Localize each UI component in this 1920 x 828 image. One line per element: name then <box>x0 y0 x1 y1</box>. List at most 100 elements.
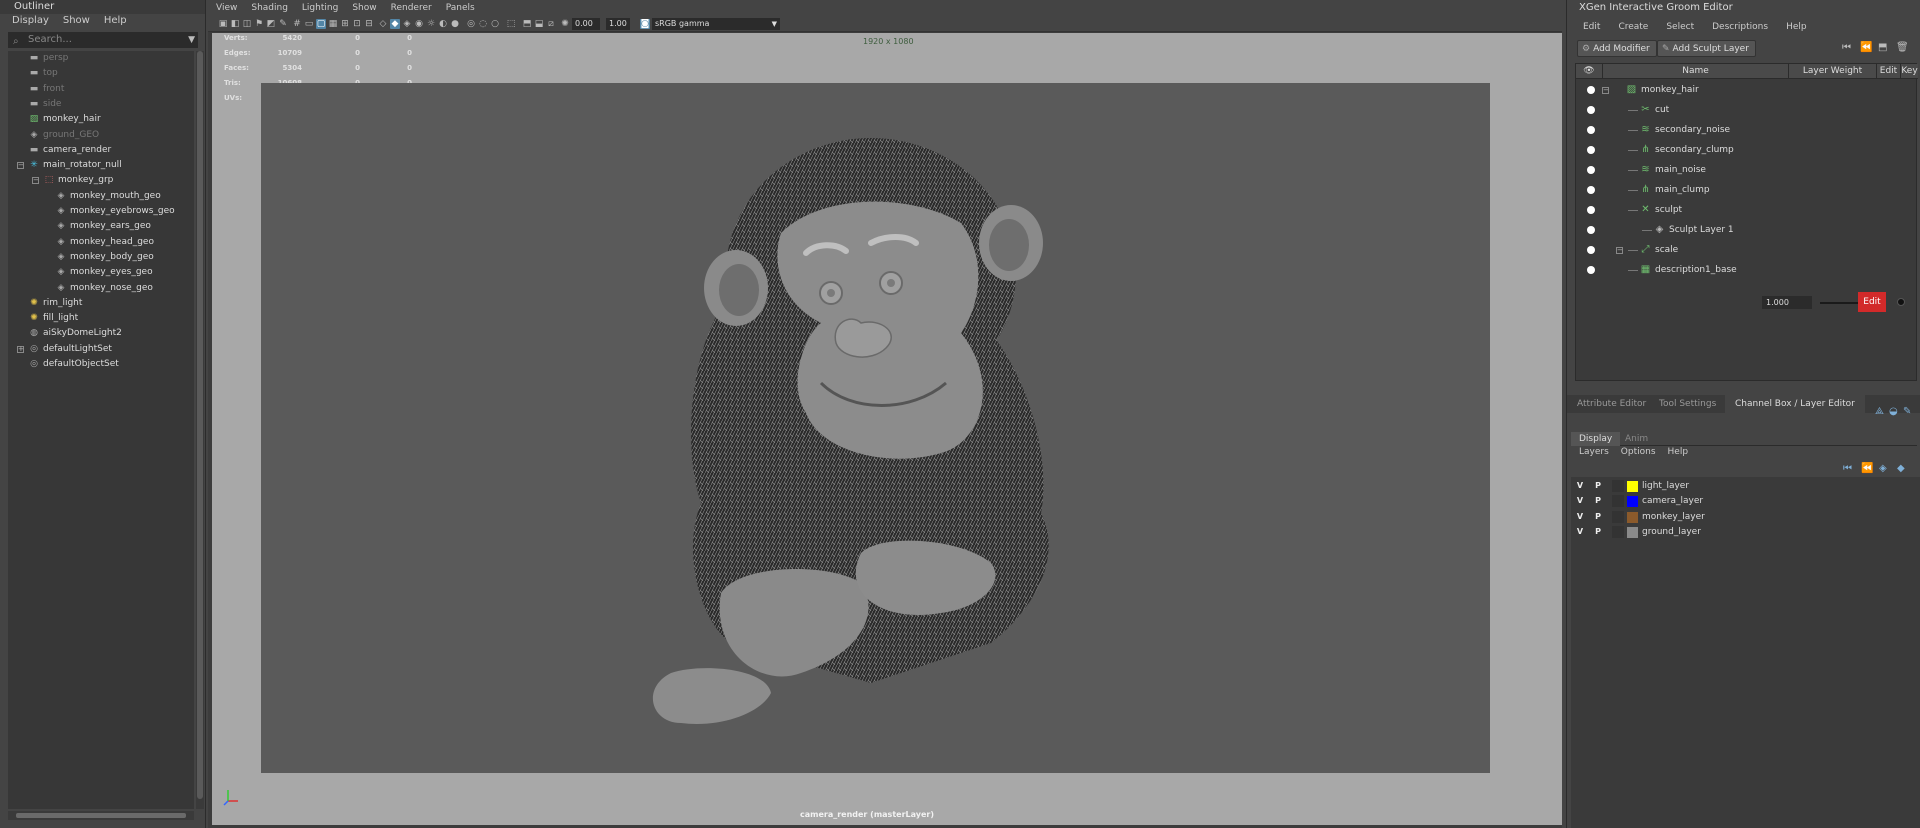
resolution-gate-icon[interactable]: ▢ <box>316 19 326 29</box>
collapse-icon[interactable]: − <box>1602 87 1609 94</box>
isolate-select-icon[interactable]: ◎ <box>466 19 476 29</box>
color-management-icon[interactable]: ⬓ <box>534 19 544 29</box>
layer-playback-toggle[interactable]: P <box>1592 494 1604 508</box>
monkey-model[interactable] <box>261 83 1490 773</box>
outliner-item[interactable]: ◈ monkey_eyes_geo <box>55 265 153 280</box>
image-plane-icon[interactable]: ◩ <box>266 19 276 29</box>
camera-lock-icon[interactable]: ◧ <box>230 19 240 29</box>
layer-menu-options[interactable]: Options <box>1621 447 1656 457</box>
outliner-item[interactable]: ◈ monkey_head_geo <box>55 235 154 250</box>
xgen-menu-help[interactable]: Help <box>1786 22 1807 32</box>
layer-menu-layers[interactable]: Layers <box>1579 447 1609 457</box>
chevron-down-icon[interactable]: ▼ <box>188 32 195 48</box>
visibility-toggle[interactable] <box>1587 186 1595 194</box>
layer-playback-toggle[interactable]: P <box>1592 510 1604 524</box>
exposure-icon[interactable]: ✺ <box>560 19 570 29</box>
viewport-menu-show[interactable]: Show <box>352 0 376 16</box>
xgen-menu-descriptions[interactable]: Descriptions <box>1712 22 1768 32</box>
modifier-row[interactable]: ⤢ scale <box>1576 240 1916 260</box>
collapse-left-icon[interactable]: ⏮ <box>1842 42 1851 53</box>
visibility-toggle[interactable] <box>1587 206 1595 214</box>
outliner-item[interactable]: ✺ fill_light <box>28 311 78 326</box>
xray-joints-icon[interactable]: ○ <box>490 19 500 29</box>
modifier-row[interactable]: ◈ Sculpt Layer 1 <box>1576 220 1916 240</box>
viewport-menu-view[interactable]: View <box>216 0 237 16</box>
display-layer-row[interactable]: V Pcamera_layer <box>1571 494 1920 509</box>
outliner-search-input[interactable]: ⌕ Search... ▼ <box>8 32 198 48</box>
layer-playback-toggle[interactable]: P <box>1592 525 1604 539</box>
outliner-item[interactable]: ◍ aiSkyDomeLight2 <box>28 326 122 341</box>
layer-display-type-toggle[interactable] <box>1612 480 1624 492</box>
film-gate-icon[interactable]: ▭ <box>304 19 314 29</box>
xgen-menu-select[interactable]: Select <box>1666 22 1694 32</box>
color-space-icon[interactable]: ◙ <box>640 19 650 29</box>
xray-icon[interactable]: ◌ <box>478 19 488 29</box>
outliner-item[interactable]: ◎ defaultObjectSet <box>28 357 119 372</box>
gamma-icon[interactable]: ⬒ <box>522 19 532 29</box>
tab-attribute-editor[interactable]: Attribute Editor <box>1567 395 1656 413</box>
visibility-toggle[interactable] <box>1587 86 1595 94</box>
key-icon[interactable] <box>1897 298 1905 306</box>
layer-visibility-toggle[interactable]: V <box>1574 525 1586 539</box>
visibility-toggle[interactable] <box>1587 266 1595 274</box>
view-transform-icon[interactable]: ⧄ <box>546 19 556 29</box>
outliner-item[interactable]: ◈ monkey_eyebrows_geo <box>55 204 175 219</box>
modifier-row[interactable]: ≋ main_noise <box>1576 160 1916 180</box>
add-sculpt-layer-button[interactable]: ✎ Add Sculpt Layer <box>1657 40 1756 57</box>
outliner-item[interactable]: ▬ persp <box>28 51 69 66</box>
sculpt-edit-button[interactable]: Edit <box>1858 292 1886 312</box>
tab-anim[interactable]: Anim <box>1617 432 1656 446</box>
outliner-horizontal-scrollbar[interactable] <box>8 811 194 820</box>
pencil-icon[interactable]: ✎ <box>278 19 288 29</box>
visibility-toggle[interactable] <box>1587 246 1595 254</box>
outliner-menu-display[interactable]: Display <box>12 14 49 28</box>
modifier-row[interactable]: ▨ monkey_hair <box>1576 80 1916 100</box>
modifier-row[interactable]: ▦ description1_base <box>1576 260 1916 280</box>
smooth-shade-icon[interactable]: ◆ <box>390 19 400 29</box>
attributes-icon[interactable]: ◒ <box>1889 406 1898 417</box>
visibility-toggle[interactable] <box>1587 126 1595 134</box>
field-chart-icon[interactable]: ⊞ <box>340 19 350 29</box>
visibility-toggle[interactable] <box>1587 106 1595 114</box>
new-layer-from-selected-icon[interactable]: ◆ <box>1897 463 1905 474</box>
channel-box-icon[interactable]: ⟁ <box>1875 406 1884 417</box>
camera-attributes-icon[interactable]: ◫ <box>242 19 252 29</box>
eye-icon[interactable]: 👁 <box>1576 64 1602 79</box>
viewport-canvas[interactable]: 1920 x 1080 Verts: 5420 0 0 Edges: 10709 0 0 Fac… <box>212 33 1562 825</box>
viewport-menu-shading[interactable]: Shading <box>251 0 288 16</box>
modifier-row[interactable]: ⋔ secondary_clump <box>1576 140 1916 160</box>
visibility-toggle[interactable] <box>1587 166 1595 174</box>
scrollbar-thumb[interactable] <box>197 51 203 799</box>
modifier-row[interactable]: ✂ cut <box>1576 100 1916 120</box>
collapse-icon[interactable]: − <box>1616 247 1623 254</box>
move-layer-down-icon[interactable]: ⏪ <box>1861 463 1873 474</box>
wireframe-icon[interactable]: ◇ <box>378 19 388 29</box>
outliner-item[interactable]: ◈ ground_GEO <box>28 128 100 143</box>
wireframe-on-shaded-icon[interactable]: ◈ <box>402 19 412 29</box>
visibility-toggle[interactable] <box>1587 146 1595 154</box>
sculpt-layer-weight-field[interactable]: 1.000 <box>1762 296 1812 309</box>
modifier-row[interactable]: ≋ secondary_noise <box>1576 120 1916 140</box>
outliner-item[interactable]: ⬚ monkey_grp <box>43 173 114 188</box>
outliner-item[interactable]: ◎ defaultLightSet <box>28 342 112 357</box>
scrollbar-thumb[interactable] <box>16 813 186 818</box>
textured-icon[interactable]: ◉ <box>414 19 424 29</box>
camera-select-icon[interactable]: ▣ <box>218 19 228 29</box>
outliner-menu-help[interactable]: Help <box>104 14 127 28</box>
outliner-item[interactable]: ◈ monkey_mouth_geo <box>55 189 161 204</box>
display-layer-row[interactable]: V Pmonkey_layer <box>1571 510 1920 525</box>
xgen-menu-edit[interactable]: Edit <box>1583 22 1600 32</box>
display-layer-row[interactable]: V Pground_layer <box>1571 525 1920 540</box>
exposure-field[interactable]: 0.00 <box>572 18 600 30</box>
layer-color-swatch[interactable] <box>1627 511 1638 523</box>
expand-icon[interactable]: + <box>17 345 24 353</box>
outliner-item[interactable]: ◈ monkey_body_geo <box>55 250 154 265</box>
layer-playback-toggle[interactable]: P <box>1592 479 1604 493</box>
new-layer-icon[interactable]: ◈ <box>1879 463 1887 474</box>
bookmark-icon[interactable]: ⚑ <box>254 19 264 29</box>
layer-color-swatch[interactable] <box>1627 496 1638 508</box>
gamma-field[interactable]: 1.00 <box>606 18 630 30</box>
color-space-dropdown[interactable]: sRGB gamma ▼ <box>652 18 780 30</box>
outliner-item[interactable]: ▬ camera_render <box>28 143 111 158</box>
shadows-icon[interactable]: ◐ <box>438 19 448 29</box>
